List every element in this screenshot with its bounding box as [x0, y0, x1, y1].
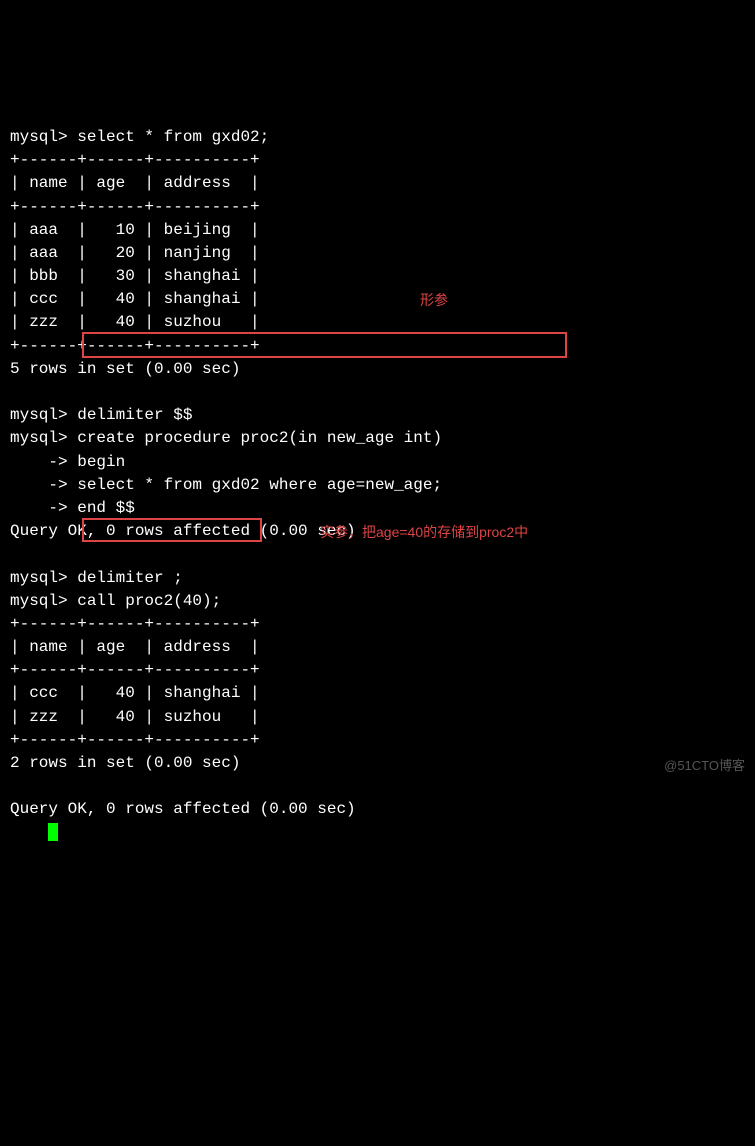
table-row: | ccc | 40 | shanghai |: [10, 290, 260, 308]
annotation-formal-param: 形参: [420, 290, 448, 310]
continuation-line: -> select * from gxd02 where age=new_age…: [10, 476, 442, 494]
table-header: | name | age | address |: [10, 638, 260, 656]
prompt-line: mysql> delimiter $$: [10, 406, 192, 424]
continuation-line: -> begin: [10, 453, 125, 471]
table-row: | zzz | 40 | suzhou |: [10, 313, 260, 331]
annotation-actual-param: 实参，把age=40的存储到proc2中: [320, 522, 528, 542]
table-row: | aaa | 20 | nanjing |: [10, 244, 260, 262]
continuation-line: -> end $$: [10, 499, 135, 517]
table-border: +------+------+----------+: [10, 615, 260, 633]
table-header: | name | age | address |: [10, 174, 260, 192]
result-summary: 2 rows in set (0.00 sec): [10, 754, 240, 772]
watermark: @51CTO博客: [664, 757, 745, 776]
result-summary: 5 rows in set (0.00 sec): [10, 360, 240, 378]
cursor: [48, 823, 58, 841]
table-border: +------+------+----------+: [10, 661, 260, 679]
terminal-output: mysql> select * from gxd02; +------+----…: [10, 103, 745, 845]
prompt-line: mysql> select * from gxd02;: [10, 128, 269, 146]
result-summary: Query OK, 0 rows affected (0.00 sec): [10, 800, 356, 818]
prompt-line: mysql> call proc2(40);: [10, 592, 221, 610]
table-row: | bbb | 30 | shanghai |: [10, 267, 260, 285]
table-border: +------+------+----------+: [10, 151, 260, 169]
table-row: | zzz | 40 | suzhou |: [10, 708, 260, 726]
prompt-line: mysql> delimiter ;: [10, 569, 183, 587]
prompt-line: mysql> create procedure proc2(in new_age…: [10, 429, 442, 447]
result-summary: Query OK, 0 rows affected (0.00 sec): [10, 522, 356, 540]
table-border: +------+------+----------+: [10, 731, 260, 749]
table-border: +------+------+----------+: [10, 337, 260, 355]
table-row: | aaa | 10 | beijing |: [10, 221, 260, 239]
table-border: +------+------+----------+: [10, 198, 260, 216]
table-row: | ccc | 40 | shanghai |: [10, 684, 260, 702]
